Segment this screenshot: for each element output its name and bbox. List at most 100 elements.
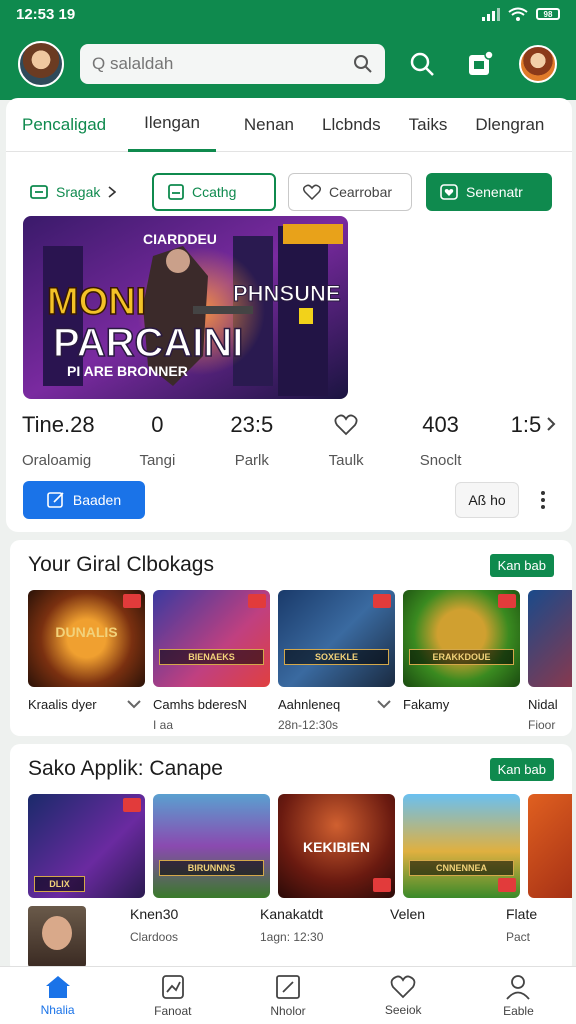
section-your-games: Your Giral Clbokags Kan bab DUNALIS BIEN…	[10, 540, 572, 736]
edit-box-icon	[276, 974, 300, 999]
nav-nholor[interactable]: Nholor	[230, 967, 345, 1024]
notifications-button[interactable]	[460, 44, 500, 84]
stat-item[interactable]: Taulk	[305, 410, 387, 469]
game-thumbnail[interactable]: CNNENNEA	[403, 794, 520, 898]
heart-badge-icon	[440, 184, 458, 200]
stat-value: Tine.28	[22, 412, 95, 437]
game-thumbnail[interactable]: BIRUNNNS	[153, 794, 270, 898]
nav-seeiok[interactable]: Seeiok	[346, 967, 461, 1024]
badge-icon	[373, 594, 391, 608]
home-icon	[45, 975, 70, 998]
filter-chip-label: Sragak	[56, 184, 101, 200]
badge-icon	[498, 878, 516, 892]
filter-chip-senenatr[interactable]: Senenatr	[426, 173, 552, 211]
game-art-title: SOXEKLE	[284, 649, 389, 665]
nav-label: Nholor	[270, 1003, 306, 1018]
game-thumbnail[interactable]: DUNALIS	[28, 590, 145, 687]
banner-title-line2: PARCAINI	[53, 321, 243, 365]
filter-chip-sragak[interactable]: Sragak	[22, 173, 146, 211]
game-info[interactable]: Camhs bderesN I aa	[153, 697, 270, 732]
search-box[interactable]	[80, 44, 385, 84]
game-thumbnail[interactable]	[528, 794, 572, 898]
heart-icon	[390, 975, 416, 998]
featured-avatar[interactable]	[28, 906, 86, 968]
see-all-button[interactable]: Kan bab	[489, 553, 554, 577]
featured-item[interactable]: Flate Pact	[506, 906, 546, 968]
status-icons: 98	[482, 7, 560, 21]
profile-avatar[interactable]	[18, 41, 64, 87]
featured-title: Knen30	[130, 906, 179, 922]
game-subtitle: I aa	[153, 718, 174, 732]
primary-action-button[interactable]: Baaden	[23, 481, 145, 519]
featured-banner[interactable]: CIARDDEU MONI PARCAINI PI ARE BRONNER PH…	[23, 216, 348, 399]
game-info[interactable]: Fakamy	[403, 697, 520, 732]
featured-subtitle: Pact	[506, 930, 531, 944]
tab-nenan[interactable]: Nenan	[244, 98, 294, 152]
nav-label: Eable	[503, 1003, 534, 1018]
game-art-title: DLIX	[34, 876, 85, 892]
stat-value	[334, 410, 358, 440]
edit-icon	[47, 492, 64, 508]
tab-llcbnds[interactable]: Llcbnds	[322, 98, 381, 152]
game-thumb-row: DLIX BIRUNNNS KEKIBIEN CNNENNEA	[10, 794, 572, 898]
nav-eable[interactable]: Eable	[461, 967, 576, 1024]
battery-icon: 98	[536, 8, 560, 20]
main-card: Pencaligad Ilengan Nenan Llcbnds Taiks D…	[6, 98, 572, 532]
badge-icon	[123, 594, 141, 608]
game-thumbnail[interactable]: KEKIBIEN	[278, 794, 395, 898]
nav-fanoat[interactable]: Fanoat	[115, 967, 230, 1024]
account-button[interactable]	[518, 44, 558, 84]
chevron-down-icon[interactable]	[127, 699, 141, 709]
game-title: Fakamy	[403, 697, 450, 712]
featured-item[interactable]: Velen	[390, 906, 506, 968]
card-icon	[168, 184, 184, 200]
game-thumb-row: DUNALIS BIENAEKS SOXEKLE ERAKKDOUE	[10, 590, 572, 687]
game-thumbnail[interactable]: BIENAEKS	[153, 590, 270, 687]
status-bar: 12:53 19 98	[0, 0, 576, 28]
game-info[interactable]: Aahnleneq 28n-12:30s	[278, 697, 395, 732]
game-thumbnail[interactable]: ERAKKDOUE	[403, 590, 520, 687]
banner-tag: CIARDDEU	[143, 231, 217, 247]
filter-chip-cearrobar[interactable]: Cearrobar	[288, 173, 412, 211]
game-thumbnail[interactable]: SOXEKLE	[278, 590, 395, 687]
chevron-right-icon[interactable]	[546, 416, 556, 432]
badge-icon	[248, 594, 266, 608]
section-applik: Sako Applik: Canape Kan bab DLIX BIRUNNN…	[10, 744, 572, 974]
badge-icon	[498, 594, 516, 608]
featured-item[interactable]: Knen30 Clardoos	[130, 906, 260, 968]
tab-pencaligad[interactable]: Pencaligad	[22, 98, 106, 152]
more-options-icon[interactable]	[531, 491, 555, 509]
tab-taiks[interactable]: Taiks	[409, 98, 448, 152]
stat-item: 0 Tangi	[116, 410, 198, 469]
filter-chip-label: Senenatr	[466, 184, 523, 200]
stat-label: Snoclt	[419, 452, 462, 469]
search-icon[interactable]	[353, 54, 373, 74]
tab-dlengran[interactable]: Dlengran	[475, 98, 544, 152]
chevron-down-icon[interactable]	[377, 699, 391, 709]
secondary-action-button[interactable]: Aß ho	[455, 482, 519, 518]
stat-value: 403	[422, 412, 459, 437]
badge-icon	[373, 878, 391, 892]
section-header: Sako Applik: Canape Kan bab	[10, 744, 572, 794]
tab-ilengan[interactable]: Ilengan	[128, 98, 216, 152]
game-info[interactable]: Kraalis dyer	[28, 697, 145, 732]
game-info[interactable]: Nidal Fioor	[528, 697, 572, 732]
heart-icon	[334, 414, 358, 436]
stat-value: 23:5	[230, 412, 274, 437]
game-thumbnail[interactable]: DLIX	[28, 794, 145, 898]
nav-home[interactable]: Nhalia	[0, 967, 115, 1024]
game-thumbnail[interactable]	[528, 590, 572, 687]
game-art-title: BIRUNNNS	[159, 860, 264, 876]
section-header: Your Giral Clbokags Kan bab	[10, 540, 572, 590]
status-time: 12:53 19	[16, 5, 76, 23]
filter-chip-ccathg[interactable]: Ccathg	[152, 173, 276, 211]
see-all-button[interactable]: Kan bab	[489, 757, 554, 781]
stat-label: Tangi	[139, 452, 176, 469]
search-input[interactable]	[92, 54, 353, 74]
search-icon	[411, 52, 435, 76]
battery-level: 98	[543, 9, 553, 19]
stat-label: Taulk	[328, 452, 364, 469]
featured-item[interactable]: Kanakatdt 1agn: 12:30	[260, 906, 390, 968]
heart-icon	[303, 184, 321, 200]
header-search-button[interactable]	[403, 44, 443, 84]
